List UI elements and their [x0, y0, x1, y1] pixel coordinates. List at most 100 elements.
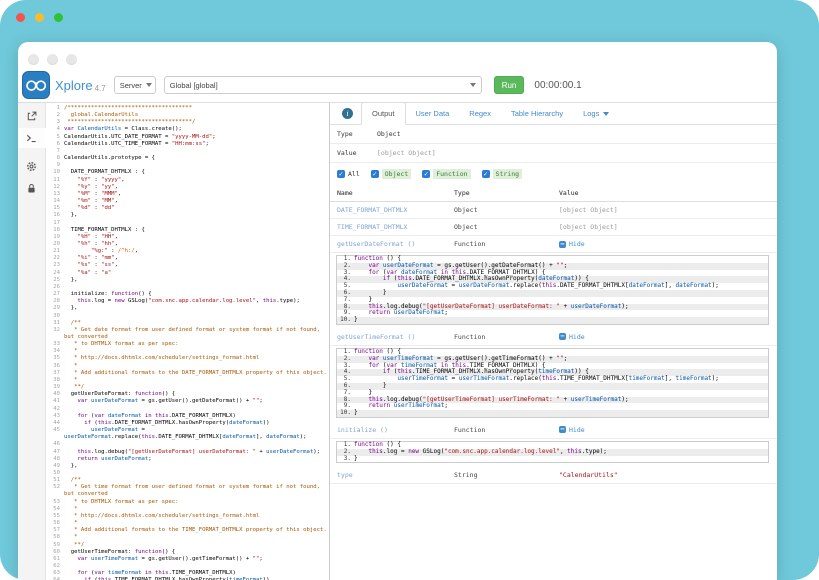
- xplore-logo-icon: [22, 71, 50, 99]
- scope-select[interactable]: Global [global]: [164, 76, 482, 94]
- code-text: [64, 470, 329, 477]
- collapse-minus-icon: −: [559, 426, 566, 433]
- checkbox-checked-icon[interactable]: ✓: [371, 170, 379, 178]
- hide-link[interactable]: −Hide: [559, 240, 777, 248]
- line-number: 5: [46, 134, 64, 141]
- editor-line: 50: [46, 470, 329, 477]
- line-number: 62: [46, 563, 64, 570]
- traffic-lights: [16, 13, 63, 22]
- property-name-link[interactable]: initialize (): [337, 426, 454, 434]
- line-number: 21: [46, 248, 64, 255]
- code-text: userTimeFormat = userTimeFormat.replace(…: [354, 376, 719, 383]
- code-text: *: [64, 506, 329, 513]
- server-select[interactable]: Server: [114, 76, 156, 94]
- editor-line: 8CalendarUtils.prototype = {: [46, 155, 329, 162]
- editor-line: 4var CalendarUtils = Class.create();: [46, 126, 329, 133]
- close-window-button[interactable]: [16, 13, 25, 22]
- table-row: TIME_FORMAT_DHTMLXObject[object Object]: [330, 219, 777, 236]
- tab-logs[interactable]: Logs: [573, 103, 619, 124]
- filter-function[interactable]: ✓Function: [422, 169, 470, 179]
- checkbox-checked-icon[interactable]: ✓: [482, 170, 490, 178]
- tab-user-data[interactable]: User Data: [406, 103, 460, 124]
- line-number: 50: [46, 470, 64, 477]
- code-line: 9. return userDateFormat;: [337, 310, 768, 317]
- editor-line: 19 "%H" : "HH",: [46, 234, 329, 241]
- result-type-row: Type Object: [330, 125, 777, 144]
- editor-line: 55 * http://docs.dhtmlx.com/scheduler/se…: [46, 513, 329, 520]
- line-number: 1: [46, 105, 64, 112]
- code-text: "%g:" : /^h:/,: [64, 248, 329, 255]
- code-line: 10.}: [337, 317, 768, 324]
- editor-line: 21 "%g:" : /^h:/,: [46, 248, 329, 255]
- property-name-link[interactable]: DATE_FORMAT_DHTMLX: [337, 206, 454, 214]
- editor-line: 14 "%m" : "MM",: [46, 198, 329, 205]
- line-number: 31: [46, 320, 64, 327]
- tab-regex[interactable]: Regex: [459, 103, 501, 124]
- filter-all[interactable]: ✓All: [337, 170, 360, 178]
- code-line: 2. this.log = new GSLog("com.snc.app.cal…: [337, 449, 768, 456]
- hide-link[interactable]: −Hide: [559, 333, 777, 341]
- line-number: 36: [46, 363, 64, 370]
- editor-line: 36 *: [46, 363, 329, 370]
- code-editor[interactable]: 1/*************************************2…: [46, 103, 330, 580]
- tab-label: Table Hierarchy: [511, 109, 563, 118]
- checkbox-checked-icon[interactable]: ✓: [422, 170, 430, 178]
- checkbox-checked-icon[interactable]: ✓: [337, 170, 345, 178]
- line-number: 34: [46, 348, 64, 355]
- minimize-window-button[interactable]: [35, 13, 44, 22]
- line-number: 47: [46, 449, 64, 456]
- code-text: this.log.debug("[getUserDateFormat] user…: [64, 449, 329, 456]
- filter-string[interactable]: ✓String: [482, 169, 522, 179]
- code-text: },: [64, 305, 329, 312]
- open-new-window-icon[interactable]: [18, 106, 46, 126]
- editor-line: 20 "%h" : "hh",: [46, 241, 329, 248]
- filter-object[interactable]: ✓Object: [371, 169, 411, 179]
- property-name-link[interactable]: TIME_FORMAT_DHTMLX: [337, 223, 454, 231]
- code-text: "%s" : "ss",: [64, 262, 329, 269]
- line-number: 51: [46, 477, 64, 484]
- editor-line: 48 return userDateFormat;: [46, 456, 329, 463]
- property-name-link[interactable]: getUserTimeFormat (): [337, 333, 454, 341]
- line-number: 53: [46, 499, 64, 506]
- line-number: 10.: [337, 410, 354, 417]
- code-text: },: [64, 277, 329, 284]
- info-tab[interactable]: i: [334, 104, 361, 124]
- terminal-icon[interactable]: [18, 128, 46, 148]
- run-button[interactable]: Run: [494, 76, 525, 94]
- app-title: Xplore: [55, 78, 93, 93]
- line-number: 24: [46, 270, 64, 277]
- tab-table-hierarchy[interactable]: Table Hierarchy: [501, 103, 573, 124]
- window-dot: [28, 54, 39, 65]
- maximize-window-button[interactable]: [54, 13, 63, 22]
- code-text: },: [64, 212, 329, 219]
- property-name-link[interactable]: getUserDateFormat (): [337, 240, 454, 248]
- editor-line: 40 getUserDateFormat: function() {: [46, 391, 329, 398]
- editor-line: 30: [46, 313, 329, 320]
- function-source-block: 1.function () {2. var userTimeFormat = g…: [336, 348, 769, 418]
- code-text: "%y" : "yy",: [64, 184, 329, 191]
- line-number: 56: [46, 520, 64, 527]
- column-header-value: Value: [559, 189, 777, 197]
- filter-label: String: [493, 169, 522, 179]
- tab-label: Regex: [469, 109, 491, 118]
- tab-output[interactable]: Output: [361, 103, 406, 125]
- code-text: return userTimeFormat;: [354, 403, 448, 410]
- code-text: *: [64, 363, 329, 370]
- output-panel: i OutputUser Data Regex Table Hierarchy Log…: [330, 103, 777, 580]
- app-version: 4.7: [95, 84, 106, 93]
- table-row: typeString"CalendarUtils": [330, 467, 777, 484]
- line-number: 46: [46, 441, 64, 448]
- editor-line: 56 *: [46, 520, 329, 527]
- filter-label: Function: [433, 169, 470, 179]
- info-icon: i: [342, 108, 353, 119]
- lock-icon[interactable]: [18, 178, 46, 198]
- editor-line: 33 * to DHTMLX format as per spec:: [46, 341, 329, 348]
- settings-gear-icon[interactable]: [18, 156, 46, 176]
- hide-link[interactable]: −Hide: [559, 426, 777, 434]
- line-number: 9: [46, 162, 64, 169]
- editor-line: 28 this.log = new GSLog("com.snc.app.cal…: [46, 298, 329, 305]
- line-number: 49: [46, 463, 64, 470]
- editor-line: 44 if (this.DATE_FORMAT_DHTMLX.hasOwnPro…: [46, 420, 329, 427]
- tab-label: Logs: [583, 109, 599, 118]
- property-name-link[interactable]: type: [337, 471, 454, 479]
